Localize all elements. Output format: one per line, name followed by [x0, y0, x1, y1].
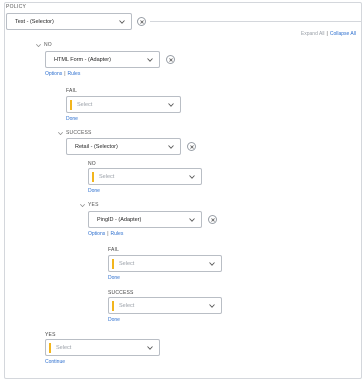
- retail-selector-clear-button[interactable]: [187, 142, 196, 151]
- chevron-down-icon: [208, 260, 215, 267]
- pingid-rules-link[interactable]: Rules: [111, 231, 124, 237]
- pingid-adapter-value: PingID - (Adapter): [97, 216, 142, 223]
- policy-selector-value: Test - (Selector): [15, 18, 54, 25]
- fail-label: FAIL: [66, 88, 78, 94]
- yes-select-dropdown[interactable]: Select: [45, 339, 160, 356]
- chevron-down-icon: [167, 143, 174, 150]
- html-form-links: Options | Rules: [45, 71, 80, 77]
- pingid-links: Options | Rules: [88, 231, 123, 237]
- no-branch-toggle[interactable]: NO: [36, 42, 52, 48]
- required-indicator: [112, 258, 114, 269]
- expand-all-link[interactable]: Expand All: [301, 31, 325, 37]
- pingid-adapter-dropdown[interactable]: PingID - (Adapter): [88, 211, 202, 228]
- pingid-options-link[interactable]: Options: [88, 231, 105, 237]
- caret-down-icon: [36, 43, 41, 47]
- rules-link[interactable]: Rules: [68, 71, 81, 77]
- chevron-down-icon: [188, 173, 195, 180]
- required-indicator: [70, 99, 72, 110]
- options-link[interactable]: Options: [45, 71, 62, 77]
- html-form-adapter-value: HTML Form - (Adapter): [54, 56, 111, 63]
- pingid-fail-done-link[interactable]: Done: [108, 275, 120, 281]
- link-separator: |: [64, 71, 66, 77]
- retail-no-select-placeholder: Select: [99, 173, 115, 180]
- retail-selector-dropdown[interactable]: Retail - (Selector): [66, 138, 181, 155]
- retail-selector-value: Retail - (Selector): [75, 143, 118, 150]
- divider-line: [150, 21, 361, 22]
- chevron-down-icon: [118, 18, 125, 25]
- html-form-adapter-dropdown[interactable]: HTML Form - (Adapter): [45, 51, 160, 68]
- pingid-success-done-link[interactable]: Done: [108, 317, 120, 323]
- pingid-fail-select-placeholder: Select: [119, 260, 135, 267]
- link-separator: |: [326, 31, 328, 37]
- html-form-adapter-clear-button[interactable]: [166, 55, 175, 64]
- success-branch-toggle[interactable]: SUCCESS: [58, 130, 92, 136]
- retail-no-label: NO: [88, 161, 96, 167]
- policy-label: POLICY: [6, 4, 27, 10]
- success-branch-label: SUCCESS: [66, 130, 92, 136]
- caret-down-icon: [58, 131, 63, 135]
- retail-yes-toggle[interactable]: YES: [80, 202, 99, 208]
- expand-collapse-controls: Expand All | Collapse All: [301, 31, 356, 37]
- caret-down-icon: [80, 203, 85, 207]
- fail-done-link[interactable]: Done: [66, 116, 78, 122]
- no-branch-label: NO: [44, 42, 52, 48]
- close-icon: [139, 19, 144, 24]
- yes-branch-label: YES: [45, 332, 56, 338]
- chevron-down-icon: [146, 344, 153, 351]
- retail-yes-label: YES: [88, 202, 99, 208]
- pingid-fail-select-dropdown[interactable]: Select: [108, 255, 222, 272]
- policy-selector-dropdown[interactable]: Test - (Selector): [6, 13, 132, 30]
- chevron-down-icon: [188, 216, 195, 223]
- policy-selector-clear-button[interactable]: [137, 17, 146, 26]
- chevron-down-icon: [146, 56, 153, 63]
- fail-select-placeholder: Select: [77, 101, 93, 108]
- link-separator: |: [107, 231, 109, 237]
- yes-continue-link[interactable]: Continue: [45, 359, 65, 365]
- retail-no-select-dropdown[interactable]: Select: [88, 168, 202, 185]
- pingid-success-select-dropdown[interactable]: Select: [108, 297, 222, 314]
- close-icon: [189, 144, 194, 149]
- pingid-adapter-clear-button[interactable]: [208, 215, 217, 224]
- collapse-all-link[interactable]: Collapse All: [330, 31, 356, 37]
- close-icon: [210, 217, 215, 222]
- required-indicator: [49, 342, 51, 353]
- pingid-fail-label: FAIL: [108, 247, 120, 253]
- retail-no-done-link[interactable]: Done: [88, 188, 100, 194]
- close-icon: [168, 57, 173, 62]
- chevron-down-icon: [167, 101, 174, 108]
- fail-select-dropdown[interactable]: Select: [66, 96, 181, 113]
- pingid-success-label: SUCCESS: [108, 290, 134, 296]
- yes-select-placeholder: Select: [56, 344, 72, 351]
- required-indicator: [112, 300, 114, 311]
- pingid-success-select-placeholder: Select: [119, 302, 135, 309]
- required-indicator: [92, 171, 94, 182]
- chevron-down-icon: [208, 302, 215, 309]
